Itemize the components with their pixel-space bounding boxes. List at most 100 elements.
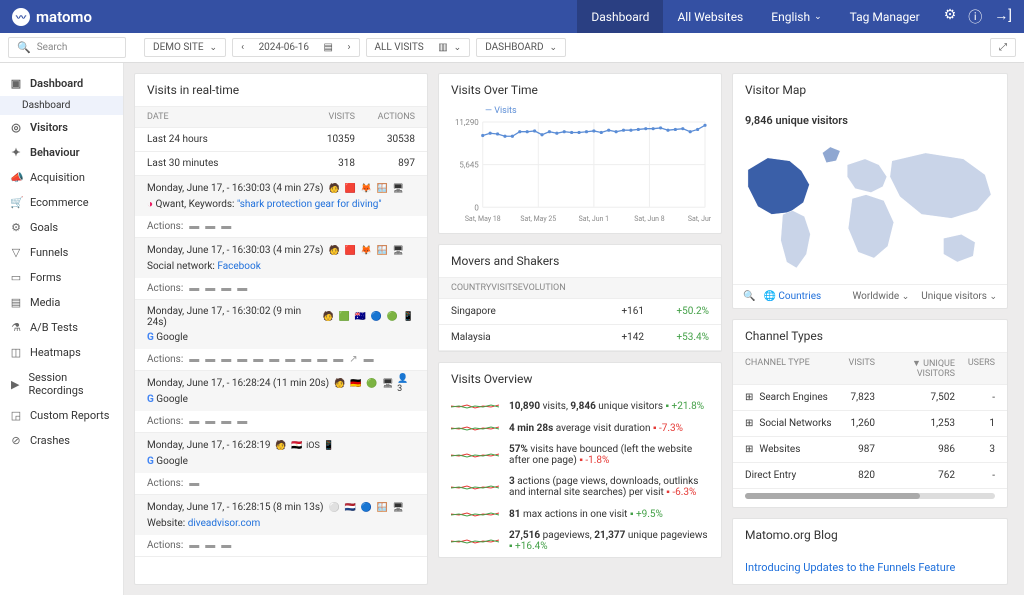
h-scrollbar[interactable] [745, 493, 995, 499]
date-selector[interactable]: ‹ 2024-06-16 ▤ › [232, 38, 359, 57]
search-icon[interactable]: 🔍 [743, 291, 755, 302]
expand-icon[interactable]: ⊞ [745, 392, 753, 403]
nav-dashboard[interactable]: Dashboard [577, 0, 663, 33]
nav-language[interactable]: English⌄ [757, 0, 835, 33]
sidebar-item-session-recordings[interactable]: ▶Session Recordings [0, 365, 123, 403]
folder-icon[interactable]: ▬ [205, 283, 215, 294]
sparkline [451, 422, 499, 434]
visit-source-link[interactable]: Facebook [217, 261, 260, 272]
sidebar-item-behaviour[interactable]: ✦Behaviour [0, 140, 123, 165]
site-selector[interactable]: DEMO SITE⌄ [144, 38, 226, 57]
folder-icon[interactable]: ▬ [237, 354, 247, 365]
folder-icon[interactable]: ▬ [189, 283, 199, 294]
realtime-header: DATE VISITS ACTIONS [135, 106, 427, 128]
folder-icon[interactable]: ▬ [205, 354, 215, 365]
sidebar-item-media[interactable]: ▤Media [0, 290, 123, 315]
sidebar-sub-dashboard[interactable]: Dashboard [0, 96, 123, 115]
folder-icon[interactable]: ▬ [205, 540, 215, 551]
nav-all-websites[interactable]: All Websites [663, 0, 757, 33]
segment-selector[interactable]: ALL VISITS ▥⌄ [366, 38, 471, 57]
folder-icon[interactable]: ▬ [189, 354, 199, 365]
visit-badge-icon: 🇪🇬 [290, 439, 303, 452]
folder-icon[interactable]: ▬ [205, 416, 215, 427]
svg-text:5,645: 5,645 [459, 161, 479, 170]
folder-icon[interactable]: ▬ [221, 416, 231, 427]
folder-icon[interactable]: ▬ [189, 540, 199, 551]
svg-text:Sat, May 18: Sat, May 18 [465, 215, 501, 223]
folder-icon[interactable]: ▬ [189, 221, 199, 232]
sidebar-icon: ▭ [10, 271, 22, 284]
topbar: 〰 matomo Dashboard All Websites English⌄… [0, 0, 1024, 33]
expand-button[interactable]: ⤢ [990, 38, 1016, 57]
sidebar-icon: ⊘ [10, 434, 22, 447]
visit-entry[interactable]: Monday, June 17, - 16:30:03 (4 min 27s) … [135, 238, 427, 300]
folder-icon[interactable]: ▬ [221, 221, 231, 232]
visits-over-time-card: Visits Over Time — Visits 05,64511,290Sa… [438, 73, 722, 234]
expand-icon[interactable]: ⊞ [745, 444, 753, 455]
channel-row[interactable]: Direct Entry820762- [733, 463, 1007, 489]
visit-source-link[interactable]: "shark protection gear for diving" [237, 199, 382, 210]
realtime-card: Visits in real-time DATE VISITS ACTIONS … [134, 73, 428, 585]
sidebar-item-custom-reports[interactable]: ◲Custom Reports [0, 403, 123, 428]
folder-icon[interactable]: ▬ [221, 354, 231, 365]
mover-row[interactable]: Singapore+161+50.2% [439, 299, 721, 325]
sidebar-icon: ▤ [10, 296, 22, 309]
sidebar-item-crashes[interactable]: ⊘ Crashes [0, 428, 123, 453]
sidebar-item-heatmaps[interactable]: ◫Heatmaps [0, 340, 123, 365]
metric-selector[interactable]: Unique visitors ⌄ [921, 291, 997, 302]
sidebar-item-goals[interactable]: ⚙Goals [0, 215, 123, 240]
visit-badge-icon: 🧑 [328, 182, 341, 195]
visit-badge-icon: 🪟 [376, 182, 389, 195]
dashboard-selector[interactable]: DASHBOARD⌄ [476, 38, 566, 57]
folder-icon[interactable]: ▬ [317, 354, 327, 365]
world-map[interactable] [733, 135, 1007, 284]
folder-icon[interactable]: ▬ [253, 354, 263, 365]
sidebar-label: Session Recordings [29, 371, 114, 397]
countries-link[interactable]: 🌐 Countries [763, 291, 821, 302]
folder-icon[interactable]: ▬ [221, 540, 231, 551]
nav-tag-manager[interactable]: Tag Manager [836, 0, 934, 33]
visit-entry[interactable]: Monday, June 17, - 16:28:24 (11 min 20s)… [135, 371, 427, 433]
sidebar-item-visitors[interactable]: ◎Visitors [0, 115, 123, 140]
sidebar-label: Funnels [30, 246, 68, 259]
login-icon[interactable]: →] [994, 7, 1012, 27]
scope-selector[interactable]: Worldwide ⌄ [852, 291, 909, 302]
folder-icon[interactable]: ▬ [285, 354, 295, 365]
sidebar-item-funnels[interactable]: ▽Funnels [0, 240, 123, 265]
topnav-icons: ⚙ ⓘ →] [944, 7, 1012, 27]
sidebar-label: Dashboard [30, 77, 83, 90]
gear-icon[interactable]: ⚙ [944, 7, 957, 27]
folder-icon[interactable]: ▬ [301, 354, 311, 365]
sidebar-item-ecommerce[interactable]: 🛒Ecommerce [0, 190, 123, 215]
folder-icon[interactable]: ▬ [189, 416, 199, 427]
expand-icon[interactable]: ⊞ [745, 418, 753, 429]
sidebar-label: Crashes [30, 434, 70, 447]
folder-icon[interactable]: ▬ [221, 283, 231, 294]
card-title: Visits Overview [439, 363, 721, 395]
channel-row[interactable]: ⊞ Social Networks1,2601,2531 [733, 411, 1007, 437]
sidebar-icon: ⚗ [10, 321, 22, 334]
visit-entry[interactable]: Monday, June 17, - 16:30:02 (9 min 24s) … [135, 300, 427, 371]
sidebar-item-forms[interactable]: ▭Forms [0, 265, 123, 290]
sidebar-item-dashboard[interactable]: ▣Dashboard [0, 71, 123, 96]
sidebar-item-acquisition[interactable]: 📣Acquisition [0, 165, 123, 190]
channel-row[interactable]: ⊞ Search Engines7,8237,502- [733, 385, 1007, 411]
folder-icon[interactable]: ▬ [237, 416, 247, 427]
channel-row[interactable]: ⊞ Websites9879863 [733, 437, 1007, 463]
folder-icon[interactable]: ▬ [189, 478, 199, 489]
sidebar-item-a-b-tests[interactable]: ⚗A/B Tests [0, 315, 123, 340]
blog-link[interactable]: Introducing Updates to the Funnels Featu… [733, 551, 1007, 584]
search-input[interactable]: 🔍 Search [8, 37, 126, 58]
folder-icon[interactable]: ▬ [237, 283, 247, 294]
visit-entry[interactable]: Monday, June 17, - 16:30:03 (4 min 27s) … [135, 176, 427, 238]
folder-icon[interactable]: ▬ [333, 354, 343, 365]
visit-entry[interactable]: Monday, June 17, - 16:28:19 🧑🇪🇬iOS📱 G Go… [135, 433, 427, 495]
visit-badge-icon: 🇳🇱 [344, 501, 357, 514]
mover-row[interactable]: Malaysia+142+53.4% [439, 325, 721, 351]
info-icon[interactable]: ⓘ [968, 7, 982, 27]
visit-badge-icon: 🦊 [360, 182, 373, 195]
folder-icon[interactable]: ▬ [269, 354, 279, 365]
visit-source-link[interactable]: diveadvisor.com [188, 518, 261, 529]
visit-entry[interactable]: Monday, June 17, - 16:28:15 (8 min 13s) … [135, 495, 427, 557]
folder-icon[interactable]: ▬ [205, 221, 215, 232]
